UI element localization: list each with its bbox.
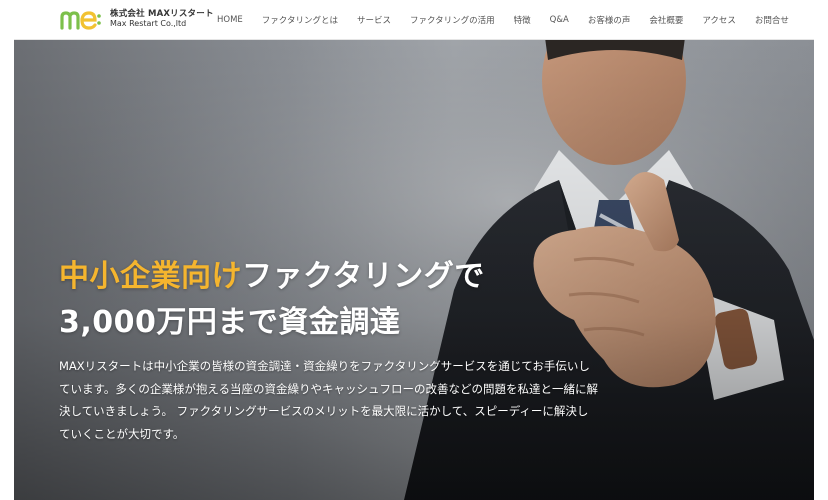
nav-factoring-usage[interactable]: ファクタリングの活用 xyxy=(410,14,495,26)
nav-home[interactable]: HOME xyxy=(217,15,243,25)
headline-accent: 中小企業向け xyxy=(59,259,242,294)
logo-mark-icon xyxy=(60,11,101,30)
nav-contact[interactable]: お問合せ xyxy=(755,14,789,26)
logo-company-name: 株式会社 MAXリスタート xyxy=(110,8,214,19)
headline-line2: 3,000万円まで資金調達 xyxy=(59,305,401,340)
site-header: 株式会社 MAXリスタート Max Restart Co.,ltd HOME フ… xyxy=(14,0,814,40)
company-logo[interactable]: 株式会社 MAXリスタート Max Restart Co.,ltd xyxy=(60,8,214,30)
headline-rest: ファクタリングで xyxy=(242,259,485,294)
nav-access[interactable]: アクセス xyxy=(702,14,736,26)
page-frame: 株式会社 MAXリスタート Max Restart Co.,ltd HOME フ… xyxy=(14,0,814,500)
hero-headline: 中小企業向けファクタリングで 3,000万円まで資金調達 xyxy=(59,254,485,346)
nav-features[interactable]: 特徴 xyxy=(514,14,531,26)
nav-testimonials[interactable]: お客様の声 xyxy=(588,14,631,26)
nav-service[interactable]: サービス xyxy=(357,14,391,26)
logo-company-name-en: Max Restart Co.,ltd xyxy=(110,19,187,29)
hero-description: MAXリスタートは中小企業の皆様の資金調達・資金繰りをファクタリングサービスを通… xyxy=(59,359,598,441)
nav-qa[interactable]: Q&A xyxy=(550,15,569,25)
main-nav: HOME ファクタリングとは サービス ファクタリングの活用 特徴 Q&A お客… xyxy=(217,0,789,40)
nav-about-factoring[interactable]: ファクタリングとは xyxy=(262,14,338,26)
nav-company[interactable]: 会社概要 xyxy=(649,14,683,26)
hero-section: 中小企業向けファクタリングで 3,000万円まで資金調達 MAXリスタートは中小… xyxy=(14,40,814,500)
